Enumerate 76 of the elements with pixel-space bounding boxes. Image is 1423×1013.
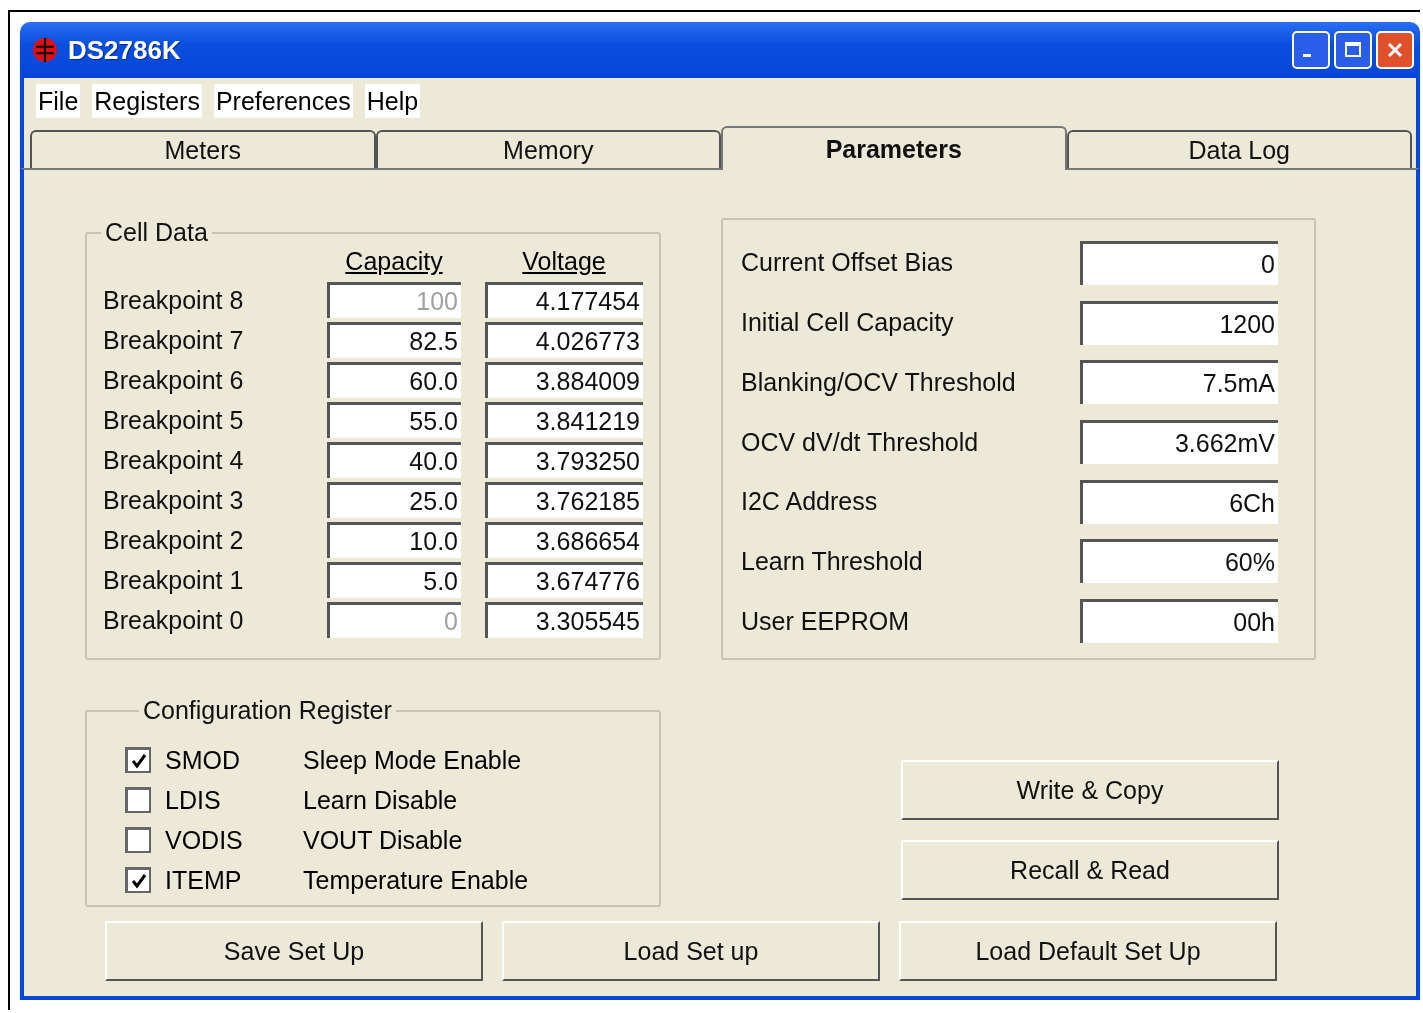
- menu-item[interactable]: Registers: [92, 84, 202, 118]
- capacity-field[interactable]: 10.0: [327, 522, 461, 558]
- menu-item[interactable]: Help: [364, 84, 421, 118]
- checkbox[interactable]: [125, 747, 151, 773]
- breakpoint-label: Breakpoint 1: [103, 565, 245, 595]
- menu-item[interactable]: Preferences: [213, 84, 353, 118]
- bit-description: Learn Disable: [303, 785, 458, 815]
- breakpoint-label: Breakpoint 4: [103, 445, 245, 475]
- voltage-field[interactable]: 3.762185: [485, 482, 643, 518]
- voltage-field[interactable]: 3.686654: [485, 522, 643, 558]
- tab[interactable]: Meters: [30, 130, 376, 168]
- bit-name: ITEMP: [165, 865, 243, 895]
- minimize-icon: [1303, 53, 1311, 57]
- parameter-field[interactable]: 60%: [1080, 539, 1278, 584]
- voltage-field[interactable]: 3.884009: [485, 362, 643, 398]
- capacity-field[interactable]: 82.5: [327, 322, 461, 358]
- maximize-button[interactable]: [1334, 31, 1372, 69]
- app-icon: [32, 37, 58, 63]
- close-button[interactable]: [1376, 31, 1414, 69]
- action-button[interactable]: Load Set up: [502, 921, 880, 981]
- bit-description: Sleep Mode Enable: [303, 745, 522, 775]
- bit-description: VOUT Disable: [303, 825, 463, 855]
- checkbox[interactable]: [125, 827, 151, 853]
- capacity-field[interactable]: 40.0: [327, 442, 461, 478]
- capacity-field[interactable]: 25.0: [327, 482, 461, 518]
- breakpoint-label: Breakpoint 2: [103, 525, 245, 555]
- column-header: Capacity: [344, 247, 444, 276]
- action-button[interactable]: Load Default Set Up: [899, 921, 1277, 981]
- parameter-field[interactable]: 0: [1080, 240, 1278, 285]
- action-button[interactable]: Write & Copy: [901, 760, 1279, 820]
- parameter-label: OCV dV/dt Threshold: [741, 427, 979, 457]
- close-icon: [1385, 40, 1405, 60]
- bit-name: SMOD: [165, 745, 241, 775]
- parameter-field[interactable]: 1200: [1080, 300, 1278, 345]
- parameter-label: Current Offset Bias: [741, 248, 954, 278]
- window-title: DS2786K: [68, 34, 182, 66]
- parameter-label: User EEPROM: [741, 606, 910, 636]
- column-header: Voltage: [521, 247, 607, 276]
- voltage-field[interactable]: 3.841219: [485, 402, 643, 438]
- capacity-field[interactable]: 5.0: [327, 562, 461, 598]
- parameter-label: Initial Cell Capacity: [741, 308, 954, 338]
- bit-description: Temperature Enable: [303, 865, 529, 895]
- action-button[interactable]: Recall & Read: [901, 840, 1279, 900]
- checkbox[interactable]: [125, 787, 151, 813]
- maximize-icon: [1343, 40, 1363, 60]
- capacity-field[interactable]: 55.0: [327, 402, 461, 438]
- tab[interactable]: Data Log: [1066, 130, 1412, 168]
- minimize-button[interactable]: [1292, 31, 1330, 69]
- voltage-field[interactable]: 3.305545: [485, 602, 643, 638]
- voltage-field[interactable]: 4.026773: [485, 322, 643, 358]
- breakpoint-label: Breakpoint 7: [103, 325, 245, 355]
- parameter-field[interactable]: 3.662mV: [1080, 420, 1278, 464]
- parameter-field[interactable]: 6Ch: [1080, 479, 1278, 524]
- voltage-field[interactable]: 3.793250: [485, 442, 643, 478]
- bit-name: VODIS: [165, 825, 244, 855]
- capacity-field[interactable]: 60.0: [327, 362, 461, 398]
- breakpoint-label: Breakpoint 6: [103, 365, 245, 395]
- voltage-field[interactable]: 4.177454: [485, 282, 643, 318]
- group-title: Configuration Register: [142, 696, 393, 725]
- parameter-label: Learn Threshold: [741, 546, 923, 576]
- parameter-field[interactable]: 7.5mA: [1080, 360, 1278, 405]
- bit-name: LDIS: [165, 785, 222, 815]
- parameter-label: I2C Address: [741, 487, 878, 517]
- action-button[interactable]: Save Set Up: [105, 921, 483, 981]
- breakpoint-label: Breakpoint 0: [103, 605, 245, 635]
- menu-item[interactable]: File: [36, 84, 81, 118]
- tab[interactable]: Memory: [375, 130, 721, 168]
- group-title: Cell Data: [104, 218, 209, 247]
- breakpoint-label: Breakpoint 8: [103, 285, 245, 315]
- breakpoint-label: Breakpoint 3: [103, 485, 245, 515]
- parameter-label: Blanking/OCV Threshold: [741, 367, 1016, 397]
- tab[interactable]: Parameters: [721, 126, 1067, 170]
- breakpoint-label: Breakpoint 5: [103, 405, 245, 435]
- checkbox[interactable]: [125, 867, 151, 893]
- voltage-field[interactable]: 3.674776: [485, 562, 643, 598]
- parameter-field[interactable]: 00h: [1080, 599, 1278, 644]
